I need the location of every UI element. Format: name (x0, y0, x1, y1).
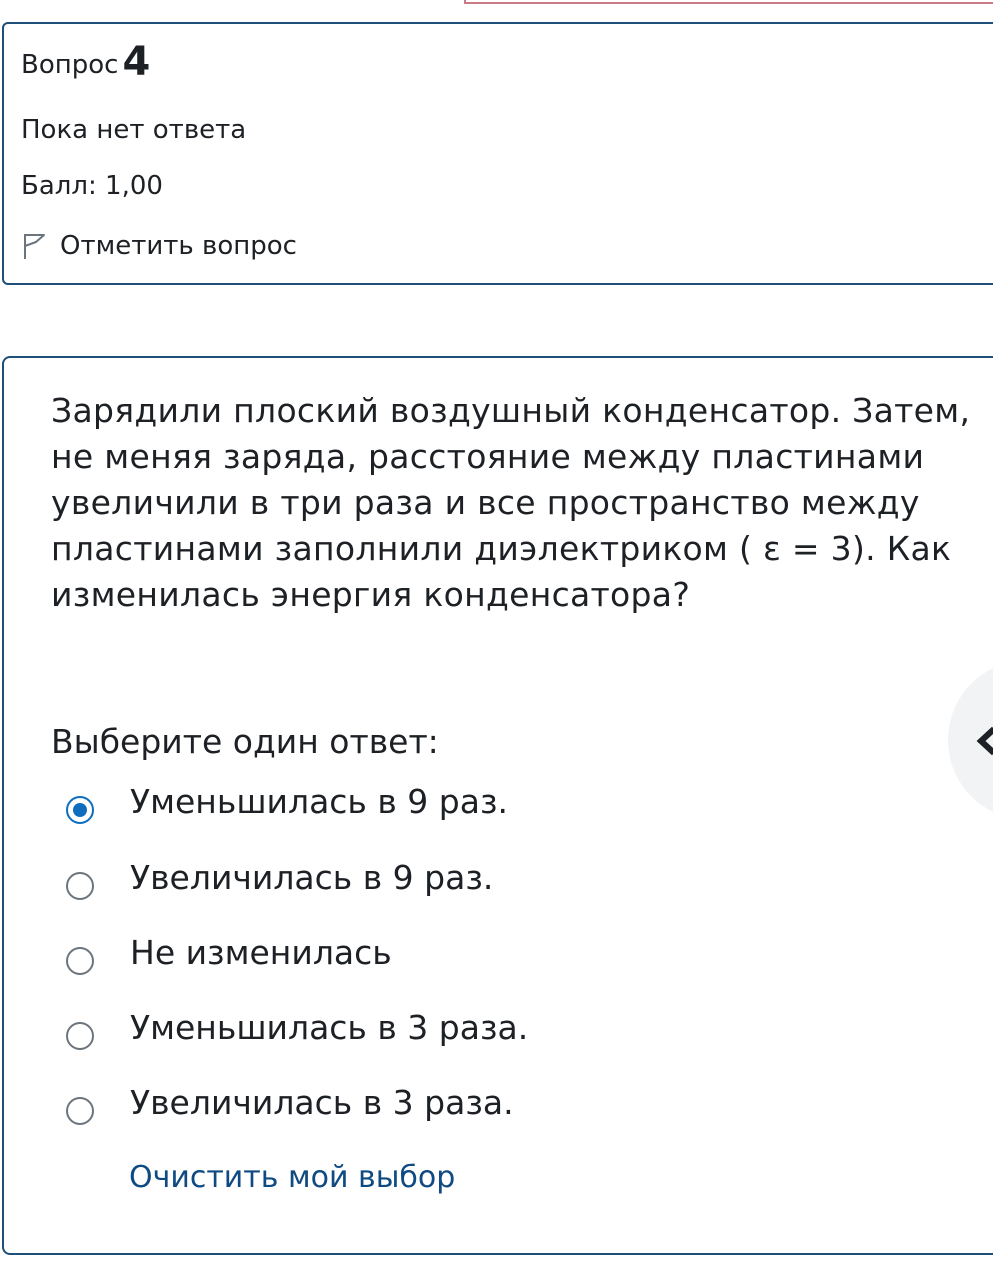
radio-button[interactable] (66, 946, 94, 975)
answer-option-3[interactable]: Не изменилась (66, 933, 392, 980)
answer-option-5[interactable]: Увеличилась в 3 раза. (66, 1083, 514, 1130)
radio-button[interactable] (66, 1021, 94, 1050)
question-number: Вопрос 4 (21, 42, 150, 82)
previous-box-edge (464, 0, 993, 4)
question-text: Зарядили плоский воздушный конденсатор. … (51, 391, 971, 614)
question-number-value: 4 (122, 39, 151, 85)
answer-option-2[interactable]: Увеличилась в 9 раз. (66, 858, 493, 905)
answer-option-label: Увеличилась в 3 раза. (130, 1083, 514, 1122)
answer-prompt: Выберите один ответ: (51, 722, 439, 761)
flag-question-button[interactable]: Отметить вопрос (22, 231, 297, 261)
flag-question-label: Отметить вопрос (60, 231, 297, 261)
answer-option-label: Не изменилась (130, 933, 392, 972)
chevron-left-icon (976, 726, 993, 756)
answer-option-label: Уменьшилась в 9 раз. (130, 782, 509, 821)
question-state: Пока нет ответа (21, 115, 247, 145)
question-grade: Балл: 1,00 (21, 171, 163, 201)
radio-button[interactable] (66, 1096, 94, 1125)
answer-option-label: Увеличилась в 9 раз. (130, 858, 494, 897)
answer-option-label: Уменьшилась в 3 раза. (130, 1008, 529, 1047)
flag-icon (24, 234, 45, 259)
question-label: Вопрос (21, 50, 119, 80)
clear-choice-link[interactable]: Очистить мой выбор (129, 1160, 455, 1195)
radio-button-selected[interactable] (66, 795, 94, 824)
answer-option-1[interactable]: Уменьшилась в 9 раз. (66, 782, 508, 829)
answer-option-4[interactable]: Уменьшилась в 3 раза. (66, 1008, 528, 1055)
radio-button[interactable] (66, 871, 94, 900)
